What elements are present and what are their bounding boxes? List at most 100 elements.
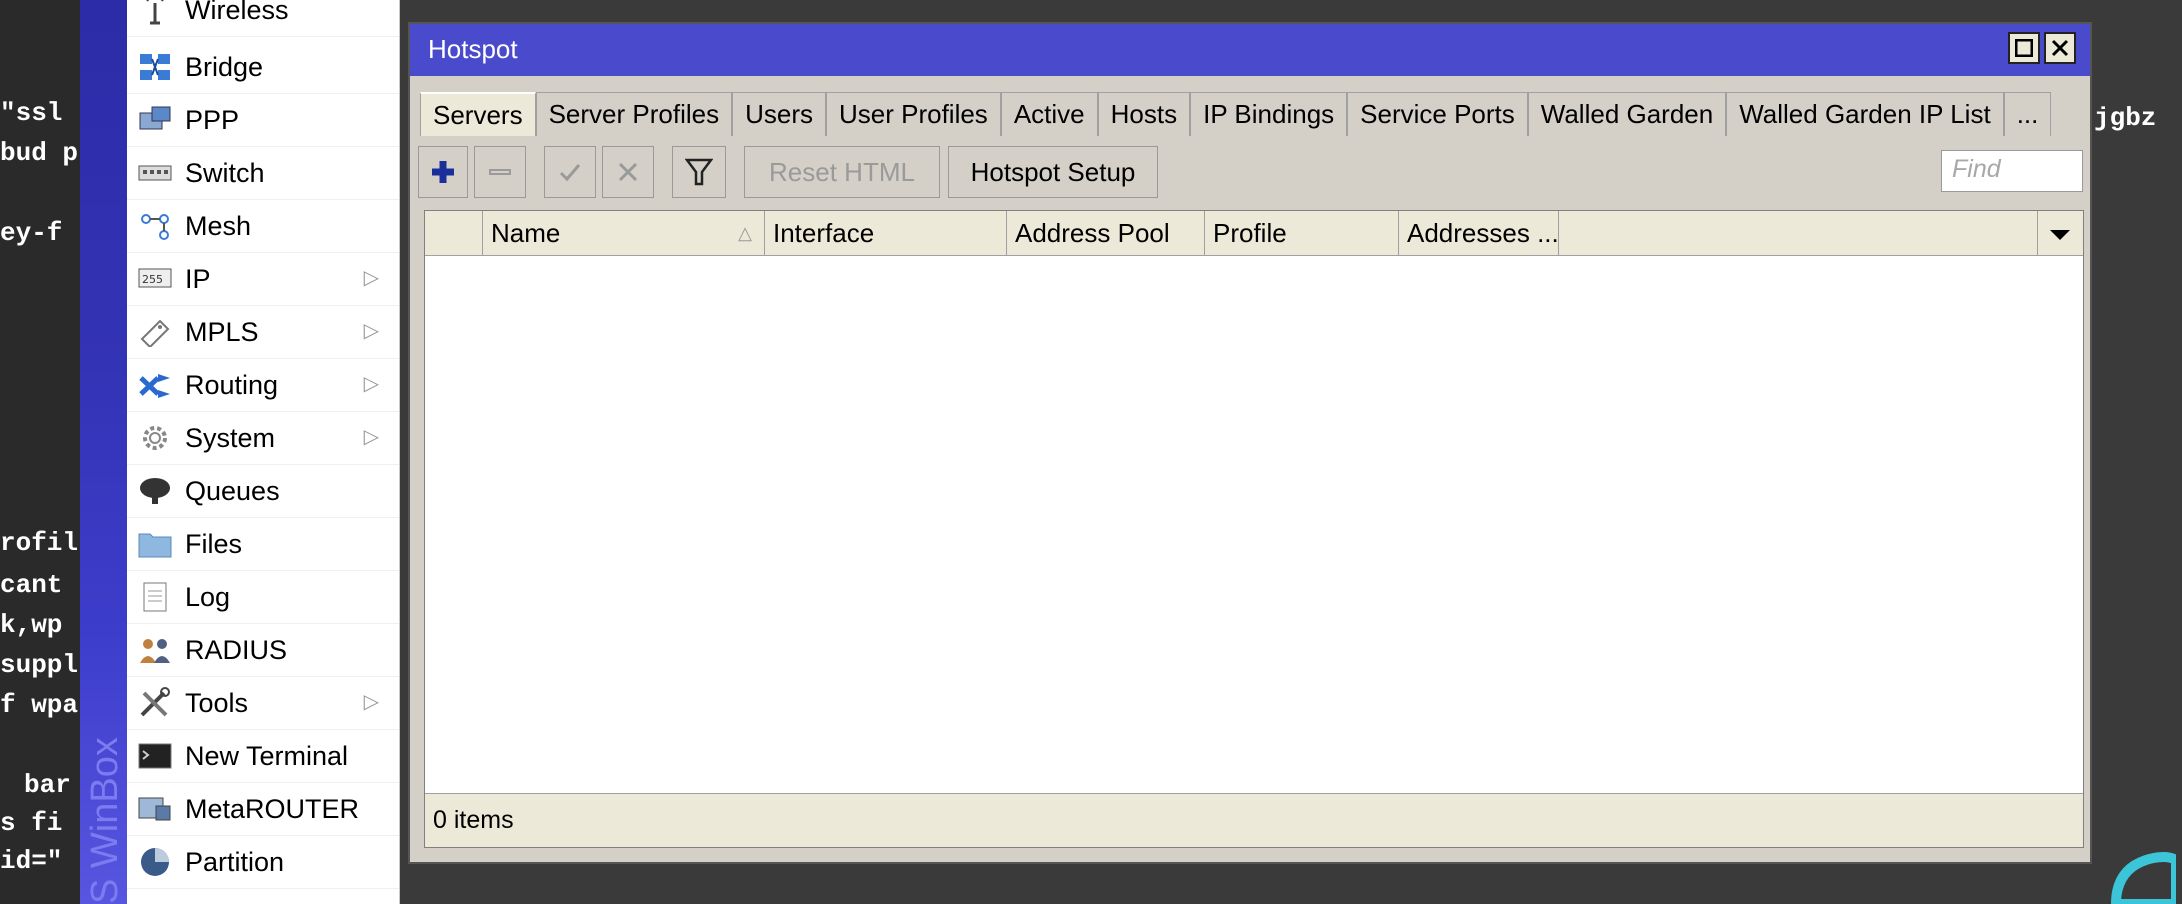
column-chooser-button[interactable] (2037, 211, 2083, 255)
tab-bar: Servers Server Profiles Users User Profi… (420, 92, 2052, 136)
tab-hosts[interactable]: Hosts (1097, 92, 1191, 136)
menu-item-label: Tools (185, 687, 249, 718)
toolbar: Reset HTML Hotspot Setup Find (418, 146, 2083, 200)
folder-icon (135, 527, 175, 561)
cloud-logo-icon (2110, 852, 2176, 904)
terminal-line: "ssl (0, 98, 63, 128)
column-header-flags[interactable] (425, 211, 483, 255)
terminal-line: ey-f (0, 218, 63, 248)
maximize-button[interactable] (2008, 32, 2040, 64)
wireless-icon (135, 0, 175, 27)
menu-item-ip[interactable]: 255 IP ▷ (127, 253, 399, 306)
ppp-icon (135, 103, 175, 137)
column-header-interface[interactable]: Interface (765, 211, 1007, 255)
menu-item-radius[interactable]: RADIUS (127, 624, 399, 677)
queues-icon (135, 474, 175, 508)
menu-item-log[interactable]: Log (127, 571, 399, 624)
tab-active[interactable]: Active (1000, 92, 1098, 136)
menu-item-new-terminal[interactable]: New Terminal (127, 730, 399, 783)
add-button[interactable] (418, 146, 468, 198)
menu-item-label: New Terminal (185, 740, 349, 771)
radius-icon (135, 633, 175, 667)
menu-item-label: Files (185, 528, 243, 559)
hotspot-setup-button[interactable]: Hotspot Setup (948, 146, 1158, 198)
status-bar: 0 items (425, 793, 2083, 847)
filter-button[interactable] (672, 146, 726, 198)
menu-item-mesh[interactable]: Mesh (127, 200, 399, 253)
menu-item-label: Log (185, 581, 231, 612)
x-icon (618, 162, 638, 182)
menu-item-mpls[interactable]: MPLS ▷ (127, 306, 399, 359)
submenu-arrow-icon: ▷ (363, 691, 379, 713)
menu-item-label: Switch (185, 157, 265, 188)
terminal-background-left: "ssl bud p ey-f rofil cant k,wp suppl f … (0, 0, 80, 904)
terminal-line: rofil (0, 528, 79, 558)
log-icon (135, 580, 175, 614)
tab-users[interactable]: Users (732, 92, 826, 136)
close-button[interactable] (2044, 32, 2076, 64)
terminal-line: suppl (0, 650, 79, 680)
column-header-addresses[interactable]: Addresses ... (1399, 211, 1559, 255)
terminal-icon (135, 739, 175, 773)
menu-item-files[interactable]: Files (127, 518, 399, 571)
menu-item-routing[interactable]: Routing ▷ (127, 359, 399, 412)
hotspot-window: Hotspot Servers Server Profiles Users Us… (408, 22, 2092, 864)
maximize-icon (2015, 39, 2033, 57)
remove-button[interactable] (474, 146, 526, 198)
menu-item-system[interactable]: System ▷ (127, 412, 399, 465)
tab-service-ports[interactable]: Service Ports (1347, 92, 1528, 136)
terminal-line: bar (24, 770, 71, 800)
window-titlebar[interactable]: Hotspot (410, 24, 2090, 76)
enable-button[interactable] (544, 146, 596, 198)
winbox-brand-text: S WinBox (84, 737, 126, 904)
menu-item-tools[interactable]: Tools ▷ (127, 677, 399, 730)
reset-html-button[interactable]: Reset HTML (744, 146, 940, 198)
tools-icon (135, 686, 175, 720)
menu-item-label: RADIUS (185, 634, 288, 665)
menu-item-switch[interactable]: Switch (127, 147, 399, 200)
terminal-line: jgbz (2094, 103, 2157, 133)
bridge-icon (135, 50, 175, 84)
terminal-line: s fi (0, 808, 63, 838)
submenu-arrow-icon: ▷ (363, 373, 379, 395)
column-header-name[interactable]: Name △ (483, 211, 765, 255)
plus-icon (432, 161, 454, 183)
window-title: Hotspot (428, 34, 518, 64)
menu-item-label: Mesh (185, 210, 252, 241)
terminal-line: bud p (0, 138, 79, 168)
filter-icon (685, 158, 713, 186)
menu-item-label: Routing (185, 369, 279, 400)
menu-item-label: Bridge (185, 51, 264, 82)
menu-item-wireless[interactable]: Wireless (127, 0, 399, 37)
menu-item-label: Wireless (185, 0, 289, 25)
menu-item-label: PPP (185, 104, 240, 135)
find-input[interactable]: Find (1941, 150, 2083, 192)
menu-item-partition[interactable]: Partition (127, 836, 399, 889)
menu-item-bridge[interactable]: Bridge (127, 41, 399, 94)
sort-ascending-icon: △ (738, 223, 752, 243)
column-header-profile[interactable]: Profile (1205, 211, 1399, 255)
terminal-line: cant (0, 570, 63, 600)
ip-icon: 255 (135, 262, 175, 296)
tab-servers[interactable]: Servers (420, 92, 536, 136)
routing-icon (135, 368, 175, 402)
tab-walled-garden[interactable]: Walled Garden (1527, 92, 1727, 136)
menu-item-label: Partition (185, 846, 285, 877)
menu-item-metarouter[interactable]: MetaROUTER (127, 783, 399, 836)
menu-item-ppp[interactable]: PPP (127, 94, 399, 147)
menu-item-queues[interactable]: Queues (127, 465, 399, 518)
column-header-label: Name (491, 218, 561, 248)
tab-user-profiles[interactable]: User Profiles (825, 92, 1001, 136)
disable-button[interactable] (602, 146, 654, 198)
tab-walled-garden-ip-list[interactable]: Walled Garden IP List (1726, 92, 2004, 136)
gear-icon (135, 421, 175, 455)
tab-ip-bindings[interactable]: IP Bindings (1190, 92, 1348, 136)
menu-item-label: System (185, 422, 276, 453)
tab-more[interactable]: ... (2003, 92, 2052, 136)
svg-text:255: 255 (142, 273, 163, 286)
column-header-address-pool[interactable]: Address Pool (1007, 211, 1205, 255)
menu-item-label: MPLS (185, 316, 259, 347)
tab-server-profiles[interactable]: Server Profiles (535, 92, 733, 136)
item-count: 0 items (433, 806, 514, 834)
submenu-arrow-icon: ▷ (363, 267, 379, 289)
